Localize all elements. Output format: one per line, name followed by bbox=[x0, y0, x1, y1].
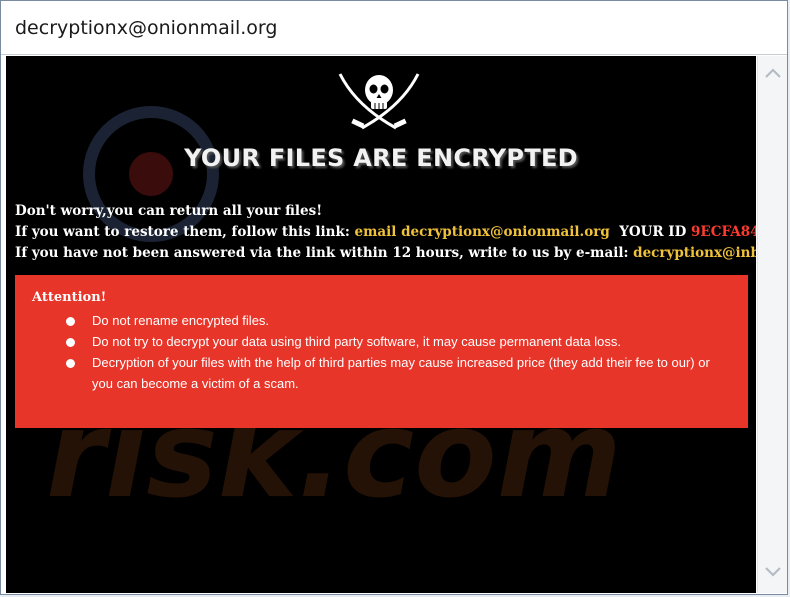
vertical-scrollbar[interactable] bbox=[757, 56, 787, 593]
attention-box: Attention! Do not rename encrypted files… bbox=[15, 275, 748, 428]
headline: YOUR FILES ARE ENCRYPTED bbox=[184, 144, 578, 172]
restore-instructions-line: If you want to restore them, follow this… bbox=[15, 224, 756, 240]
reassurance-line: Don't worry,you can return all your file… bbox=[15, 203, 322, 219]
bullet-icon bbox=[66, 317, 75, 326]
title-bar[interactable]: decryptionx@onionmail.org bbox=[1, 1, 787, 55]
backup-contact-line: If you have not been answered via the li… bbox=[15, 245, 756, 261]
bullet-icon bbox=[66, 359, 75, 368]
bullet-icon bbox=[66, 338, 75, 347]
contact-email-link[interactable]: email decryptionx@onionmail.org bbox=[355, 224, 610, 240]
attention-title: Attention! bbox=[32, 290, 107, 305]
chevron-down-icon[interactable] bbox=[763, 561, 783, 581]
window-title: decryptionx@onionmail.org bbox=[15, 17, 278, 39]
chevron-up-icon[interactable] bbox=[763, 64, 783, 84]
reassurance-text: Don't worry,you can return all your file… bbox=[15, 203, 323, 219]
list-item-text: Do not try to decrypt your data using th… bbox=[92, 334, 621, 349]
pirate-skull-crossed-swords-icon bbox=[338, 73, 420, 130]
victim-id-value: 9ECFA84E bbox=[691, 224, 756, 240]
backup-contact-text: If you have not been answered via the li… bbox=[15, 245, 629, 261]
victim-id-label: YOUR ID bbox=[619, 224, 687, 240]
restore-instructions-text: If you want to restore them, follow this… bbox=[15, 224, 350, 240]
backup-email-link[interactable]: decryptionx@inboxhub.net bbox=[633, 245, 756, 261]
list-item-text: Decryption of your files with the help o… bbox=[92, 355, 710, 391]
list-item-text: Do not rename encrypted files. bbox=[92, 313, 270, 328]
note-content: risk.com YOUR FILES ARE ENCRYPTED Don't … bbox=[6, 56, 756, 593]
ransom-note-window: decryptionx@onionmail.org risk.com YOUR … bbox=[0, 0, 788, 595]
